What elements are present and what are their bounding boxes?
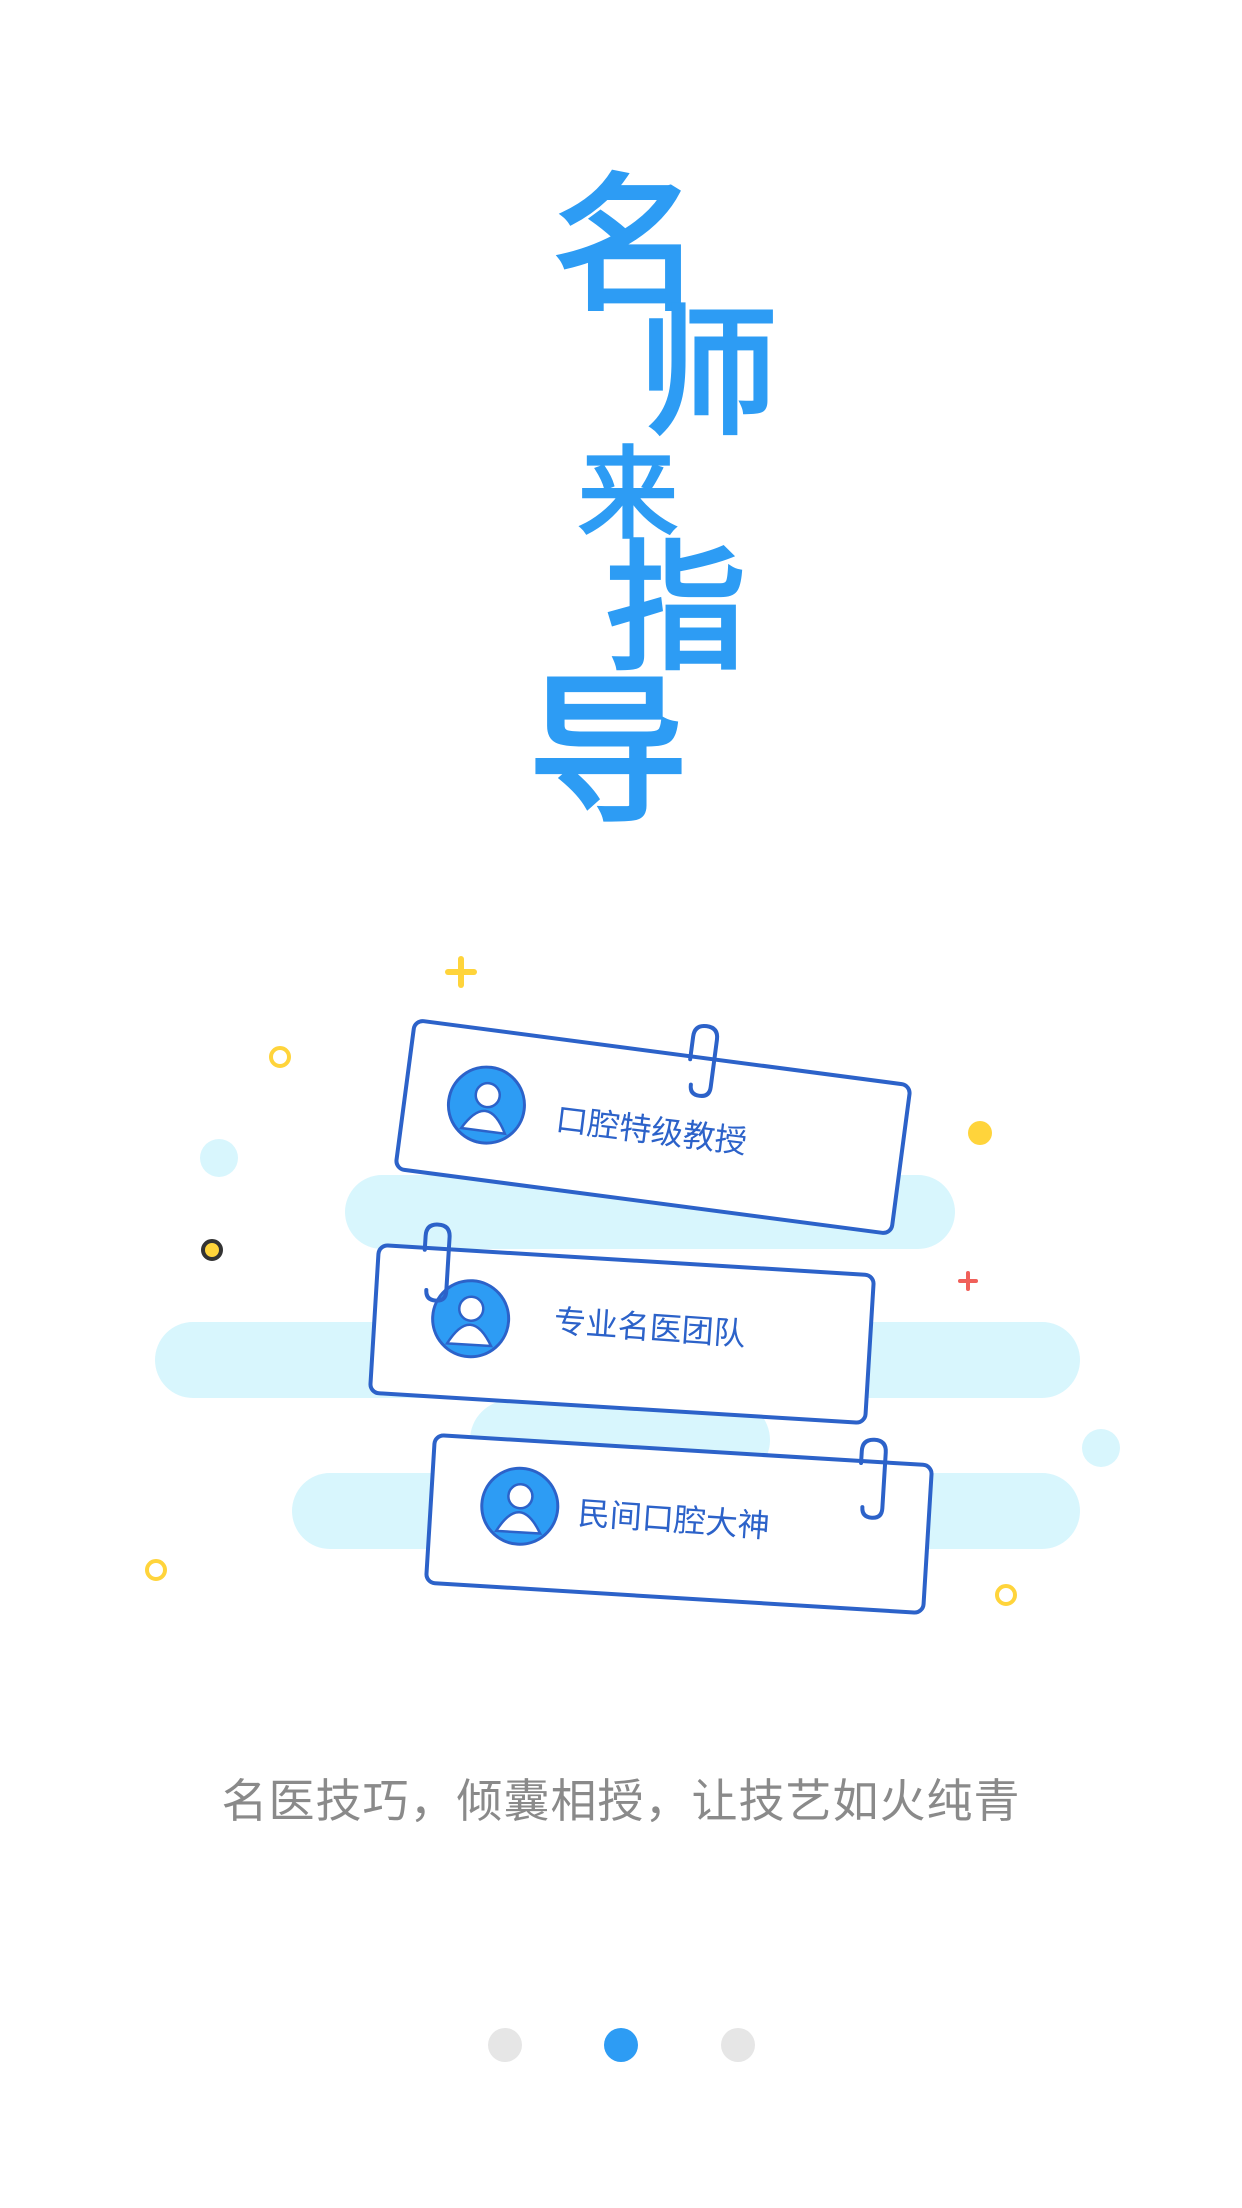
dot-icon [968,1121,992,1145]
page-dot[interactable] [488,2028,522,2062]
dot-icon [201,1239,223,1261]
ring-icon [995,1584,1017,1606]
bubble-icon [1082,1429,1120,1467]
sparkle-icon [445,956,477,988]
page-dot[interactable] [604,2028,638,2062]
sparkle-icon [958,1271,978,1291]
bubble-icon [200,1139,238,1177]
page-indicator [0,2028,1242,2062]
page-dot[interactable] [721,2028,755,2062]
illustration [145,956,1120,1615]
ring-icon [269,1046,291,1068]
tagline: 名医技巧，倾囊相授，让技艺如火纯青 [221,1774,1021,1828]
ring-icon [145,1559,167,1581]
